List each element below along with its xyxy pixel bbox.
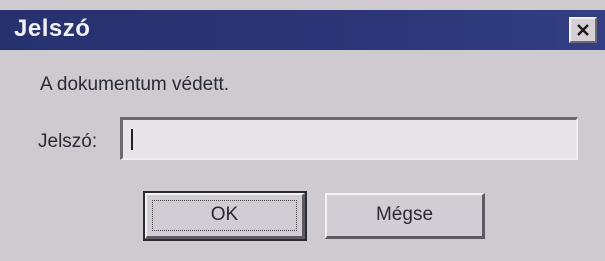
password-label: Jelszó: [38, 131, 98, 152]
protected-message: A dokumentum védett. [40, 74, 230, 95]
title-bar[interactable]: Jelszó [0, 10, 605, 50]
dialog-title: Jelszó [14, 15, 91, 42]
close-icon [577, 24, 589, 36]
focus-ring [152, 200, 297, 231]
text-caret [131, 129, 133, 150]
cancel-button-label: Mégse [375, 204, 434, 225]
cancel-button[interactable]: Mégse [325, 193, 485, 239]
ok-button[interactable]: OK [143, 191, 307, 241]
password-field[interactable] [120, 117, 578, 160]
password-dialog: Jelszó A dokumentum védett. Jelszó: OK M… [0, 0, 605, 261]
close-button[interactable] [569, 17, 597, 43]
